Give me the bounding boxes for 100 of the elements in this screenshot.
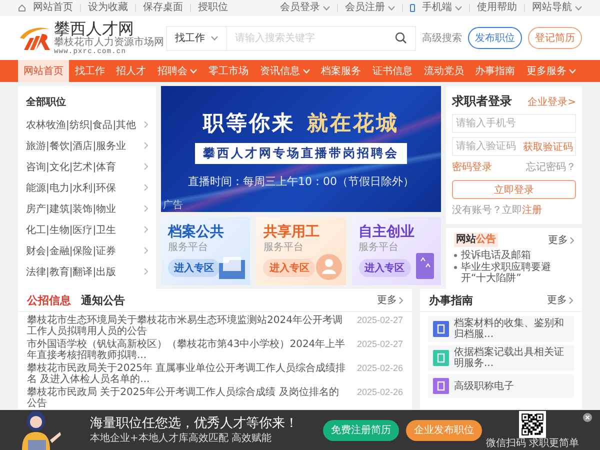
register-link[interactable]: 注册 — [522, 205, 542, 216]
chevron-right-icon — [570, 236, 574, 244]
news-link[interactable]: 攀枝花市民政局 关于2025年公开考调工作人员综合成绩 及岗位排名的公告 — [27, 387, 347, 409]
chevron-right-icon — [569, 296, 573, 304]
caret-icon — [569, 68, 576, 74]
news-tab[interactable]: 通知公告 — [81, 292, 125, 308]
card-subtitle: 服务平台 — [263, 242, 304, 253]
close-icon[interactable] — [583, 413, 592, 422]
nav-tab[interactable]: 流动党员 — [418, 60, 470, 82]
nav-tab[interactable]: 档案服务 — [316, 60, 367, 82]
top-link[interactable]: 手机端 — [422, 2, 462, 14]
search-category-select[interactable]: 找工作 — [166, 26, 226, 50]
chevron-right-icon — [144, 184, 148, 191]
news-date: 2025-02-26 — [356, 387, 403, 398]
promo-subline: 本地企业+本地人才库高效匹配 高效赋能 — [90, 432, 273, 444]
search-icon[interactable] — [395, 32, 407, 44]
top-link[interactable]: 网站导航 — [532, 2, 582, 14]
post-job-button[interactable]: 发布职位 — [468, 27, 522, 49]
banner-headline: 就在花城 — [307, 110, 399, 137]
bullet-icon — [454, 266, 457, 269]
announcement-title: 公告 — [476, 233, 498, 247]
home-icon — [18, 4, 26, 12]
register-prompt: 没有账号？立即注册 — [452, 204, 543, 217]
more-link[interactable]: 更多 — [377, 293, 403, 307]
nav-tab[interactable]: 办事指南 — [469, 60, 521, 82]
ad-label: 广告 — [163, 201, 183, 211]
top-link[interactable]: 网站首页 — [33, 2, 73, 14]
more-link[interactable]: 更多 — [547, 293, 573, 307]
news-tab[interactable]: 公招信息 — [27, 292, 71, 308]
chevron-right-icon — [144, 226, 148, 233]
category-link[interactable]: 旅游|餐饮|酒店|服务业 — [26, 138, 126, 152]
top-link[interactable]: 会员登录 — [280, 2, 330, 14]
nav-tab[interactable]: 网站首页 — [18, 60, 70, 82]
chevron-right-icon — [144, 205, 148, 212]
forgot-password-link[interactable]: 忘记密码？ — [526, 160, 576, 174]
nav-tab[interactable]: 招聘会 — [152, 60, 204, 82]
caret-icon — [323, 6, 330, 10]
card-title: 自主创业 — [358, 224, 416, 240]
phone-icon — [410, 4, 415, 12]
password-login-link[interactable]: 密码登录 — [452, 160, 492, 174]
top-link[interactable]: 设为收藏 — [88, 2, 128, 14]
news-link[interactable]: 攀枝花市民政局关于2025年 直属事业单位公开考调工作人员综合成绩排名 及进入体检人员名单的... — [27, 363, 347, 385]
card-title: 档案公共 — [168, 224, 225, 240]
category-link[interactable]: 财会|金融|保险|证券 — [26, 244, 116, 258]
enter-zone-button[interactable]: 进入专区 — [168, 259, 220, 277]
banner-schedule: 直播时间：每周三上午10：00（节假日除外） — [188, 174, 414, 189]
nav-tab[interactable]: 证书信息 — [366, 60, 418, 82]
banner-headline: 职等你来 — [203, 110, 295, 137]
category-link[interactable]: 化工|生物|医疗|卫生 — [26, 222, 116, 236]
chevron-right-icon — [144, 142, 148, 149]
service-card[interactable]: 共享用工 服务平台 进入专区 — [256, 217, 346, 285]
service-card[interactable]: 档案公共 服务平台 进入专区 — [161, 217, 250, 285]
category-link[interactable]: 能源|电力|水利|环保 — [26, 180, 116, 194]
qr-code-icon — [518, 411, 546, 438]
news-date: 2025-02-27 — [356, 315, 403, 326]
announcement-link[interactable]: 毕业生求职应聘要避开“十大陷阱” — [461, 262, 574, 284]
phone-field[interactable]: 请输入手机号 — [452, 114, 576, 133]
news-link[interactable]: 攀枝花市生态环境局关于攀枝花市米易生态环境监测站2024年公开考调工作人员拟聘用人员的公告 — [27, 315, 347, 337]
nav-tab[interactable]: 招人才 — [110, 60, 152, 82]
banner-subtitle: 攀西人才网专场直播带岗招聘会 — [195, 143, 407, 164]
enter-zone-button[interactable]: 进入专区 — [358, 259, 411, 277]
chevron-right-icon — [144, 247, 148, 254]
category-title: 全部职位 — [26, 96, 67, 110]
login-button[interactable]: 立即登录 — [452, 180, 576, 199]
category-link[interactable]: 咨询|文化|艺术|体育 — [26, 160, 116, 174]
register-resume-button[interactable]: 免费注册简历 — [323, 420, 399, 440]
category-link[interactable]: 农林牧渔|纺织|食品|其他 — [26, 118, 136, 132]
nav-tab[interactable]: 更多服务 — [520, 60, 582, 82]
caret-icon — [302, 68, 310, 74]
register-resume-button[interactable]: 登记简历 — [528, 27, 582, 49]
bullet-icon — [454, 254, 457, 257]
folder-illustration — [217, 255, 248, 281]
category-link[interactable]: 法律|教育|翻译|出版 — [26, 264, 116, 278]
category-link[interactable]: 房产|建筑|装饰|物业 — [26, 202, 116, 216]
more-link[interactable]: 更多 — [548, 233, 574, 247]
nav-tab[interactable]: 资讯信息 — [254, 60, 316, 82]
login-title: 求职者登录 — [452, 93, 512, 110]
top-link[interactable]: 授职位 — [198, 2, 228, 14]
chevron-right-icon — [144, 163, 148, 170]
caret-icon — [211, 36, 218, 40]
caret-icon — [388, 6, 395, 10]
advanced-search-link[interactable]: 高级搜索 — [422, 31, 462, 45]
guide-link[interactable]: 高级职称电子 — [454, 380, 514, 392]
company-login-link[interactable]: 企业登录> — [528, 94, 576, 108]
news-date: 2025-02-27 — [356, 339, 403, 350]
news-link[interactable]: 市外国语学校（钒钛高新校区）（攀枝花市第43中小学校）2024年上半年直接考核招聘教师拟聘... — [27, 339, 347, 361]
service-card[interactable]: 自主创业 服务平台 进入专区 — [352, 217, 441, 285]
qr-caption: 微信扫码 求职更简单 — [486, 438, 579, 449]
nav-tab[interactable]: 零工市场 — [203, 60, 254, 82]
site-name: 攀西人才网 — [54, 20, 134, 37]
announcement-link[interactable]: 投诉电话及邮箱 — [461, 250, 531, 261]
news-date: 2025-02-26 — [356, 363, 403, 374]
top-link[interactable]: 保存桌面 — [143, 2, 183, 14]
card-subtitle: 服务平台 — [168, 242, 209, 253]
promo-banner[interactable]: 职等你来 就在花城 攀西人才网专场直播带岗招聘会 直播时间：每周三上午10：00（节假日除外） 广告 — [161, 86, 441, 212]
nav-tab[interactable]: 找工作 — [69, 60, 111, 82]
caret-icon — [190, 68, 198, 74]
chevron-right-icon — [144, 121, 148, 128]
top-link[interactable]: 使用帮助 — [477, 2, 517, 14]
top-link[interactable]: 会员注册 — [345, 2, 395, 14]
